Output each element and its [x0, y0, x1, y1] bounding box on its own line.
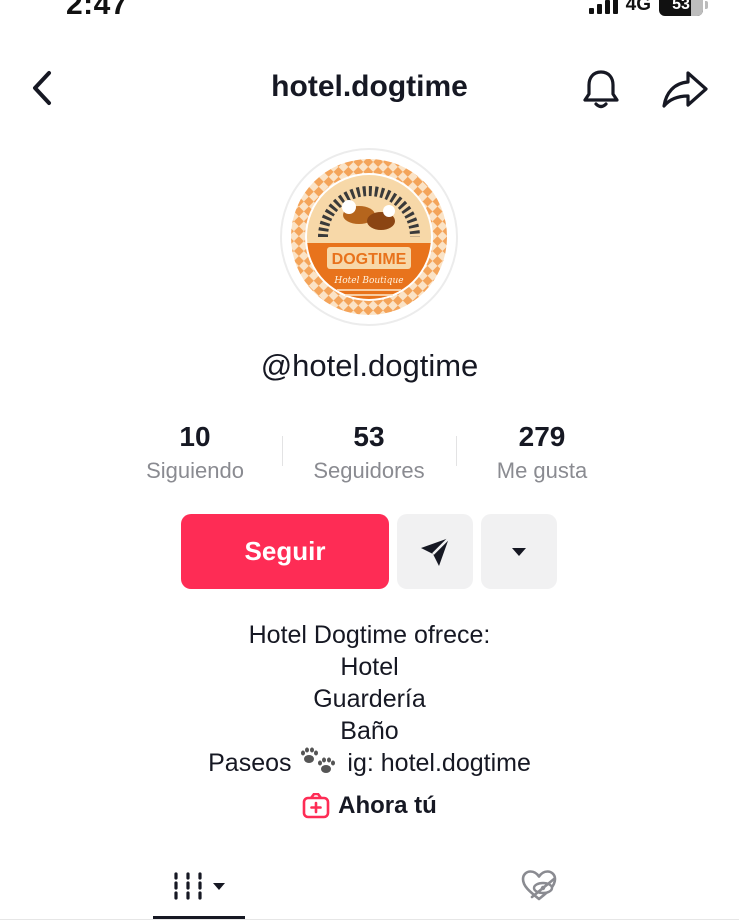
stat-divider [456, 436, 457, 466]
profile-screen: 2:47 4G 53 hotel.dogtime DOGTIME Hotel B… [0, 0, 739, 924]
stat-followers[interactable]: 53 Seguidores [294, 420, 444, 485]
bell-icon [583, 70, 619, 109]
stat-value: 10 [179, 421, 211, 452]
create-cta[interactable]: Ahora tú [0, 792, 739, 820]
bio: Hotel Dogtime ofrece: Hotel Guardería Ba… [0, 619, 739, 779]
more-options-button[interactable] [481, 514, 557, 589]
bio-line: Baño [340, 717, 399, 745]
liked-hidden-icon [521, 870, 557, 901]
page-title: hotel.dogtime [271, 70, 468, 103]
message-button[interactable] [397, 514, 473, 589]
grid-icon [174, 872, 202, 900]
caret-down-icon [512, 547, 526, 556]
stat-likes[interactable]: 279 Me gusta [474, 420, 610, 485]
stat-label: Seguidores [313, 458, 425, 483]
bio-line: Guardería [313, 685, 426, 713]
notifications-button[interactable] [578, 66, 624, 112]
status-time: 2:47 [66, 0, 129, 21]
follow-button[interactable]: Seguir [181, 514, 389, 589]
bio-text: ig: hotel.dogtime [347, 749, 531, 777]
caret-down-icon [213, 882, 225, 890]
stat-label: Me gusta [496, 458, 588, 483]
send-icon [421, 536, 450, 566]
stat-divider [282, 436, 283, 466]
stat-value: 53 [353, 421, 385, 452]
logo-brand-text: DOGTIME [332, 251, 407, 268]
battery-level: 53 [672, 0, 690, 13]
plus-square-icon [302, 793, 330, 819]
stat-value: 279 [518, 421, 566, 452]
share-icon [662, 71, 708, 108]
avatar[interactable]: DOGTIME Hotel Boutique [280, 148, 458, 326]
bio-line: Hotel Dogtime ofrece: [248, 621, 491, 649]
logo-subtitle-text: Hotel Boutique [333, 276, 403, 286]
share-button[interactable] [660, 66, 710, 112]
cta-label: Ahora tú [338, 792, 437, 819]
stat-label: Siguiendo [146, 458, 244, 483]
bio-line: Paseos ig: hotel.dogtime [0, 747, 739, 779]
signal-icon [588, 0, 618, 14]
username-handle: @hotel.dogtime [260, 348, 479, 383]
network-type: 4G [625, 0, 651, 15]
tab-bar-divider [0, 919, 739, 920]
stat-following[interactable]: 10 Siguiendo [130, 420, 260, 485]
battery-icon: 53 [659, 0, 708, 16]
status-indicators: 4G 53 [588, 0, 708, 16]
tab-liked[interactable] [514, 858, 564, 914]
bio-line: Hotel [340, 653, 399, 681]
tab-videos[interactable] [153, 858, 245, 914]
bio-text: Paseos [208, 749, 292, 777]
paw-icon [301, 747, 336, 773]
dogtime-logo: DOGTIME Hotel Boutique [291, 159, 447, 315]
